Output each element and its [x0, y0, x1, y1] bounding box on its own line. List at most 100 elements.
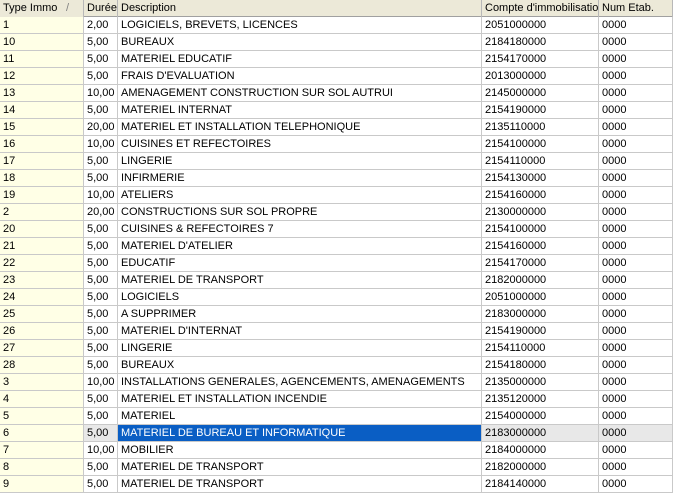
cell-type-immo[interactable]: 12 — [0, 68, 84, 85]
cell-compte[interactable]: 2130000000 — [482, 204, 599, 221]
table-row[interactable]: 13 10,00 AMENAGEMENT CONSTRUCTION SUR SOL … — [0, 85, 673, 102]
cell-num-etab[interactable]: 0000 — [599, 357, 673, 374]
cell-num-etab[interactable]: 0000 — [599, 136, 673, 153]
cell-num-etab[interactable]: 0000 — [599, 391, 673, 408]
cell-type-immo[interactable]: 10 — [0, 34, 84, 51]
cell-type-immo[interactable]: 23 — [0, 272, 84, 289]
cell-compte[interactable]: 2135120000 — [482, 391, 599, 408]
cell-compte[interactable]: 2154100000 — [482, 221, 599, 238]
cell-num-etab[interactable]: 0000 — [599, 408, 673, 425]
column-header-duree[interactable]: Durée — [84, 0, 118, 17]
cell-description[interactable]: AMENAGEMENT CONSTRUCTION SUR SOL AUTRUI — [118, 85, 482, 102]
cell-description[interactable]: LINGERIE — [118, 153, 482, 170]
cell-duree[interactable]: 10,00 — [84, 374, 118, 391]
cell-description[interactable]: MATERIEL D'INTERNAT — [118, 323, 482, 340]
cell-description[interactable]: EDUCATIF — [118, 255, 482, 272]
cell-type-immo[interactable]: 1 — [0, 17, 84, 34]
cell-compte[interactable]: 2154130000 — [482, 170, 599, 187]
cell-duree[interactable]: 5,00 — [84, 255, 118, 272]
cell-num-etab[interactable]: 0000 — [599, 170, 673, 187]
cell-type-immo[interactable]: 6 — [0, 425, 84, 442]
cell-duree[interactable]: 10,00 — [84, 187, 118, 204]
cell-duree[interactable]: 5,00 — [84, 408, 118, 425]
cell-num-etab[interactable]: 0000 — [599, 425, 673, 442]
cell-description[interactable]: MATERIEL — [118, 408, 482, 425]
table-row[interactable]: 25 5,00 A SUPPRIMER 2183000000 0000 — [0, 306, 673, 323]
cell-duree[interactable]: 5,00 — [84, 51, 118, 68]
cell-duree[interactable]: 5,00 — [84, 340, 118, 357]
cell-description[interactable]: MATERIEL INTERNAT — [118, 102, 482, 119]
cell-compte[interactable]: 2154160000 — [482, 187, 599, 204]
cell-compte[interactable]: 2154170000 — [482, 255, 599, 272]
cell-num-etab[interactable]: 0000 — [599, 153, 673, 170]
table-row[interactable]: 21 5,00 MATERIEL D'ATELIER 2154160000 0000 — [0, 238, 673, 255]
cell-compte[interactable]: 2183000000 — [482, 306, 599, 323]
cell-type-immo[interactable]: 5 — [0, 408, 84, 425]
table-row[interactable]: 11 5,00 MATERIEL EDUCATIF 2154170000 0000 — [0, 51, 673, 68]
cell-type-immo[interactable]: 18 — [0, 170, 84, 187]
cell-description[interactable]: MOBILIER — [118, 442, 482, 459]
table-row[interactable]: 26 5,00 MATERIEL D'INTERNAT 2154190000 0000 — [0, 323, 673, 340]
cell-description[interactable]: BUREAUX — [118, 34, 482, 51]
table-row[interactable]: 23 5,00 MATERIEL DE TRANSPORT 2182000000 000… — [0, 272, 673, 289]
cell-type-immo[interactable]: 4 — [0, 391, 84, 408]
cell-type-immo[interactable]: 17 — [0, 153, 84, 170]
cell-type-immo[interactable]: 24 — [0, 289, 84, 306]
cell-description[interactable]: CONSTRUCTIONS SUR SOL PROPRE — [118, 204, 482, 221]
cell-num-etab[interactable]: 0000 — [599, 51, 673, 68]
cell-description[interactable]: MATERIEL DE TRANSPORT — [118, 459, 482, 476]
table-row[interactable]: 8 5,00 MATERIEL DE TRANSPORT 2182000000 0000 — [0, 459, 673, 476]
cell-compte[interactable]: 2183000000 — [482, 425, 599, 442]
cell-duree[interactable]: 5,00 — [84, 34, 118, 51]
cell-num-etab[interactable]: 0000 — [599, 221, 673, 238]
cell-duree[interactable]: 5,00 — [84, 102, 118, 119]
cell-compte[interactable]: 2013000000 — [482, 68, 599, 85]
table-row[interactable]: 3 10,00 INSTALLATIONS GENERALES, AGENCEMEN… — [0, 374, 673, 391]
cell-duree[interactable]: 10,00 — [84, 442, 118, 459]
cell-type-immo[interactable]: 13 — [0, 85, 84, 102]
cell-compte[interactable]: 2184140000 — [482, 476, 599, 493]
table-row[interactable]: 9 5,00 MATERIEL DE TRANSPORT 2184140000 0000 — [0, 476, 673, 493]
table-row[interactable]: 18 5,00 INFIRMERIE 2154130000 0000 — [0, 170, 673, 187]
cell-num-etab[interactable]: 0000 — [599, 238, 673, 255]
column-header-compte[interactable]: Compte d'immobilisation — [482, 0, 599, 17]
table-row[interactable]: 16 10,00 CUISINES ET REFECTOIRES 2154100000… — [0, 136, 673, 153]
cell-compte[interactable]: 2154110000 — [482, 340, 599, 357]
cell-num-etab[interactable]: 0000 — [599, 476, 673, 493]
table-row[interactable]: 22 5,00 EDUCATIF 2154170000 0000 — [0, 255, 673, 272]
table-row[interactable]: 17 5,00 LINGERIE 2154110000 0000 — [0, 153, 673, 170]
cell-type-immo[interactable]: 28 — [0, 357, 84, 374]
cell-duree[interactable]: 5,00 — [84, 289, 118, 306]
cell-num-etab[interactable]: 0000 — [599, 289, 673, 306]
cell-description[interactable]: MATERIEL EDUCATIF — [118, 51, 482, 68]
cell-duree[interactable]: 2,00 — [84, 17, 118, 34]
cell-duree[interactable]: 5,00 — [84, 272, 118, 289]
cell-num-etab[interactable]: 0000 — [599, 68, 673, 85]
cell-compte[interactable]: 2145000000 — [482, 85, 599, 102]
cell-num-etab[interactable]: 0000 — [599, 374, 673, 391]
table-row[interactable]: 10 5,00 BUREAUX 2184180000 0000 — [0, 34, 673, 51]
cell-description[interactable]: CUISINES ET REFECTOIRES — [118, 136, 482, 153]
cell-compte[interactable]: 2051000000 — [482, 17, 599, 34]
cell-duree[interactable]: 5,00 — [84, 357, 118, 374]
cell-type-immo[interactable]: 2 — [0, 204, 84, 221]
cell-num-etab[interactable]: 0000 — [599, 340, 673, 357]
cell-compte[interactable]: 2184000000 — [482, 442, 599, 459]
cell-type-immo[interactable]: 19 — [0, 187, 84, 204]
cell-description[interactable]: MATERIEL ET INSTALLATION TELEPHONIQUE — [118, 119, 482, 136]
cell-num-etab[interactable]: 0000 — [599, 102, 673, 119]
cell-type-immo[interactable]: 8 — [0, 459, 84, 476]
cell-compte[interactable]: 2154000000 — [482, 408, 599, 425]
cell-num-etab[interactable]: 0000 — [599, 119, 673, 136]
cell-description[interactable]: CUISINES & REFECTOIRES 7 — [118, 221, 482, 238]
cell-type-immo[interactable]: 26 — [0, 323, 84, 340]
cell-description[interactable]: MATERIEL DE TRANSPORT — [118, 272, 482, 289]
cell-type-immo[interactable]: 14 — [0, 102, 84, 119]
cell-description[interactable]: INFIRMERIE — [118, 170, 482, 187]
cell-duree[interactable]: 5,00 — [84, 221, 118, 238]
cell-compte[interactable]: 2182000000 — [482, 272, 599, 289]
cell-type-immo[interactable]: 22 — [0, 255, 84, 272]
cell-description[interactable]: MATERIEL DE BUREAU ET INFORMATIQUE — [118, 425, 482, 442]
cell-description[interactable]: MATERIEL DE TRANSPORT — [118, 476, 482, 493]
cell-type-immo[interactable]: 27 — [0, 340, 84, 357]
